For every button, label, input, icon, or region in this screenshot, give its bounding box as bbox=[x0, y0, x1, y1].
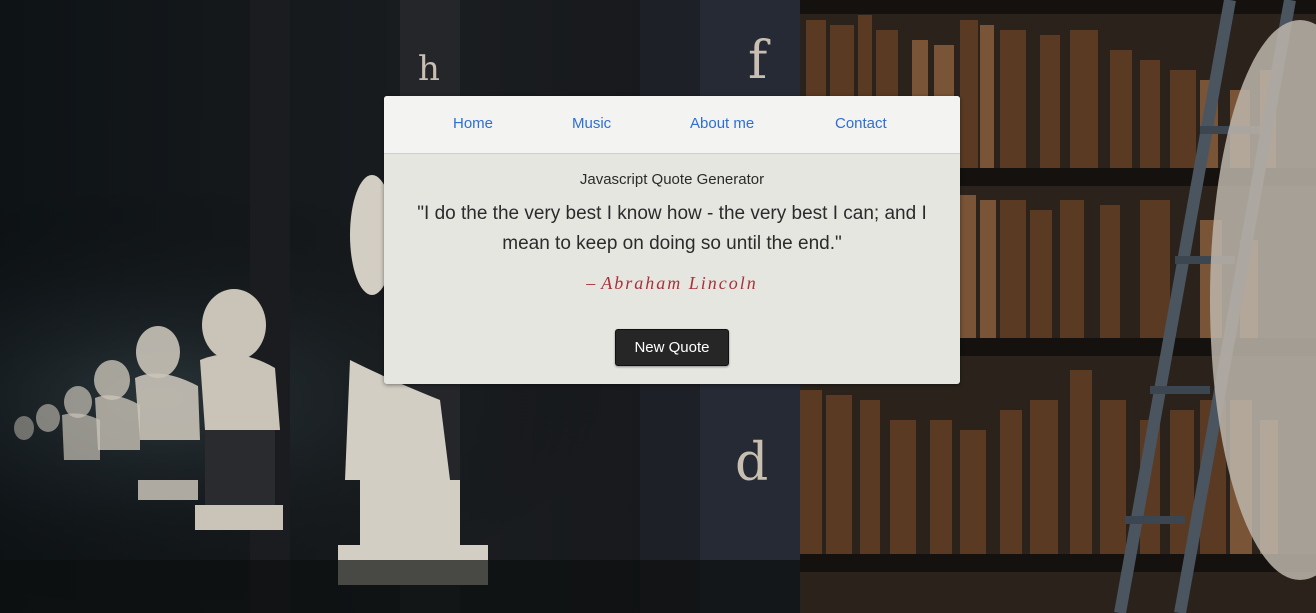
nav-link-contact[interactable]: Contact bbox=[835, 115, 887, 132]
svg-text:h: h bbox=[418, 49, 440, 89]
new-quote-button[interactable]: New Quote bbox=[615, 329, 729, 366]
quote-author: – Abraham Lincoln bbox=[384, 273, 960, 294]
svg-text:d: d bbox=[735, 433, 768, 493]
nav-link-music[interactable]: Music bbox=[572, 115, 611, 132]
nav-link-home[interactable]: Home bbox=[453, 115, 493, 132]
nav-link-about-me[interactable]: About me bbox=[690, 115, 754, 132]
navbar: Home Music About me Contact bbox=[384, 96, 960, 154]
author-name: Abraham Lincoln bbox=[601, 273, 758, 293]
quote-card: Home Music About me Contact Javascript Q… bbox=[384, 96, 960, 384]
page-title: Javascript Quote Generator bbox=[579, 171, 765, 188]
quote-text: "I do the the very best I know how - the… bbox=[417, 203, 927, 254]
author-dash: – bbox=[586, 273, 598, 293]
